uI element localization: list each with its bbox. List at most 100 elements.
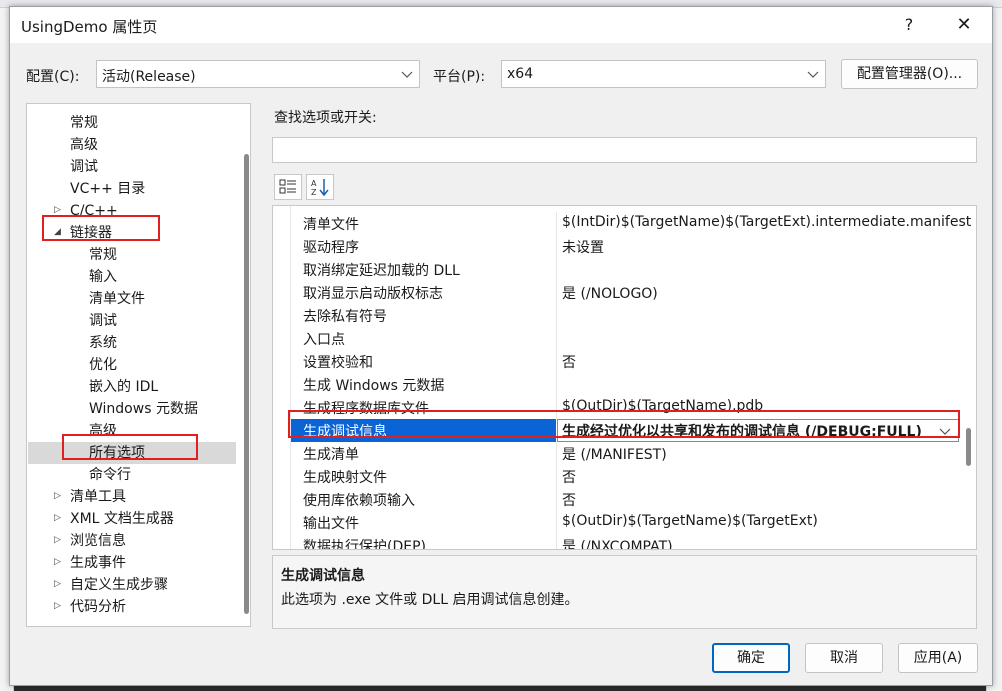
svg-text:Z: Z [311,188,317,197]
tree-item[interactable]: 系统 [89,332,117,354]
property-name: 去除私有符号 [303,309,387,325]
tree-scrollbar[interactable] [244,154,249,614]
annotation-box-all-options [62,434,198,460]
tree-item[interactable]: 清单文件 [89,288,145,310]
grid-scrollbar[interactable] [966,428,971,466]
property-value: 未设置 [562,240,604,256]
column-separator [556,442,557,465]
property-row[interactable]: 生成清单 是 (/MANIFEST) [273,442,959,465]
property-row[interactable]: 取消绑定延迟加载的 DLL [273,258,959,281]
property-row[interactable]: 设置校验和 否 [273,350,959,373]
tree-item[interactable]: Windows 元数据 [89,398,198,420]
property-name: 清单文件 [303,217,359,233]
chevron-down-icon [401,71,413,78]
property-name: 生成 Windows 元数据 [303,378,445,394]
property-tree: 常规 高级 调试 VC++ 目录 ▷ C/C++ ◢ 链接器 常规 输入 清单文件 调试 系统 优化 嵌入的… [26,103,251,627]
property-row[interactable]: 使用库依赖项输入 否 [273,488,959,511]
tree-item[interactable]: 清单工具 [70,486,126,508]
tree-collapsed-arrow-icon[interactable]: ▷ [54,535,61,545]
property-name: 驱动程序 [303,240,359,256]
help-button[interactable]: ? [898,13,920,37]
dialog-title: UsingDemo 属性页 [21,18,158,36]
ok-button[interactable]: 确定 [712,643,790,673]
tree-collapsed-arrow-icon[interactable]: ▷ [54,205,61,215]
property-name: 生成映射文件 [303,470,387,486]
tree-collapsed-arrow-icon[interactable]: ▷ [54,601,61,611]
column-separator [556,327,557,350]
tree-item[interactable]: 命令行 [89,464,131,486]
alphabetical-sort-button[interactable]: A Z [306,174,334,200]
column-separator [556,534,557,549]
configuration-combo[interactable]: 活动(Release) [96,60,420,88]
tree-item[interactable]: 代码分析 [70,596,126,618]
property-row[interactable]: 数据执行保护(DEP) 是 (/NXCOMPAT) [273,534,959,550]
tree-item[interactable]: 高级 [70,134,98,156]
cancel-button[interactable]: 取消 [805,643,883,673]
annotation-box-linker [42,215,160,241]
categorized-view-icon [279,179,296,194]
tree-item[interactable]: 调试 [70,156,98,178]
tree-item[interactable]: 调试 [89,310,117,332]
tree-item[interactable]: 常规 [70,112,98,134]
tree-item[interactable]: 自定义生成步骤 [70,574,168,596]
property-row[interactable]: 生成映射文件 否 [273,465,959,488]
tree-item[interactable]: 优化 [89,354,117,376]
column-separator [556,235,557,258]
column-separator [556,465,557,488]
property-value: 是 (/MANIFEST) [562,447,667,463]
apply-button[interactable]: 应用(A) [898,643,978,673]
platform-value: x64 [507,66,534,82]
property-name: 生成清单 [303,447,359,463]
property-row[interactable]: 清单文件 $(IntDir)$(TargetName)$(TargetExt).i… [273,212,971,235]
property-value: 否 [562,355,576,371]
property-row[interactable]: 入口点 [273,327,959,350]
column-separator [556,281,557,304]
description-title: 生成调试信息 [281,568,365,584]
property-name: 取消绑定延迟加载的 DLL [303,263,460,279]
property-value: 是 (/NOLOGO) [562,286,658,302]
column-separator [556,350,557,373]
tree-collapsed-arrow-icon[interactable]: ▷ [54,491,61,501]
column-separator [556,373,557,396]
search-input[interactable] [272,137,977,163]
column-separator [556,488,557,511]
property-row[interactable]: 去除私有符号 [273,304,959,327]
dialog-titlebar: UsingDemo 属性页 ? ✕ [10,7,992,43]
tree-collapsed-arrow-icon[interactable]: ▷ [54,579,61,589]
tree-item[interactable]: 输入 [89,266,117,288]
chevron-down-icon [807,71,819,78]
property-name: 数据执行保护(DEP) [303,539,426,550]
property-value: $(OutDir)$(TargetName)$(TargetExt) [562,513,818,529]
search-label: 查找选项或开关: [274,110,377,126]
close-button[interactable]: ✕ [952,13,976,37]
tree-item[interactable]: 嵌入的 IDL [89,376,158,398]
tree-item[interactable]: XML 文档生成器 [70,508,174,530]
tree-item[interactable]: 浏览信息 [70,530,126,552]
property-value: 否 [562,493,576,509]
property-value: 否 [562,470,576,486]
tree-item[interactable]: 生成事件 [70,552,126,574]
platform-combo[interactable]: x64 [501,60,826,88]
property-name: 使用库依赖项输入 [303,493,415,509]
configuration-manager-button[interactable]: 配置管理器(O)... [841,59,978,89]
alphabetical-sort-icon: A Z [311,179,329,197]
tree-collapsed-arrow-icon[interactable]: ▷ [54,513,61,523]
property-row[interactable]: 输出文件 $(OutDir)$(TargetName)$(TargetExt) [273,511,959,534]
annotation-box-debug-info [288,410,960,438]
property-row[interactable]: 驱动程序 未设置 [273,235,959,258]
configuration-label: 配置(C): [26,69,80,85]
tree-item[interactable]: 常规 [89,244,117,266]
property-row[interactable]: 生成 Windows 元数据 [273,373,959,396]
property-pages-dialog: UsingDemo 属性页 ? ✕ 配置(C): 活动(Release) 平台(… [9,6,993,686]
svg-text:A: A [311,179,317,188]
property-row[interactable]: 取消显示启动版权标志 是 (/NOLOGO) [273,281,959,304]
tree-collapsed-arrow-icon[interactable]: ▷ [54,557,61,567]
property-name: 设置校验和 [303,355,373,371]
property-grid: 清单文件 $(IntDir)$(TargetName)$(TargetExt).i… [272,205,977,550]
tree-item[interactable]: VC++ 目录 [70,178,145,200]
column-separator [556,212,557,235]
column-separator [556,304,557,327]
platform-label: 平台(P): [433,69,486,85]
categorized-view-button[interactable] [274,174,302,200]
property-value: 是 (/NXCOMPAT) [562,539,673,550]
